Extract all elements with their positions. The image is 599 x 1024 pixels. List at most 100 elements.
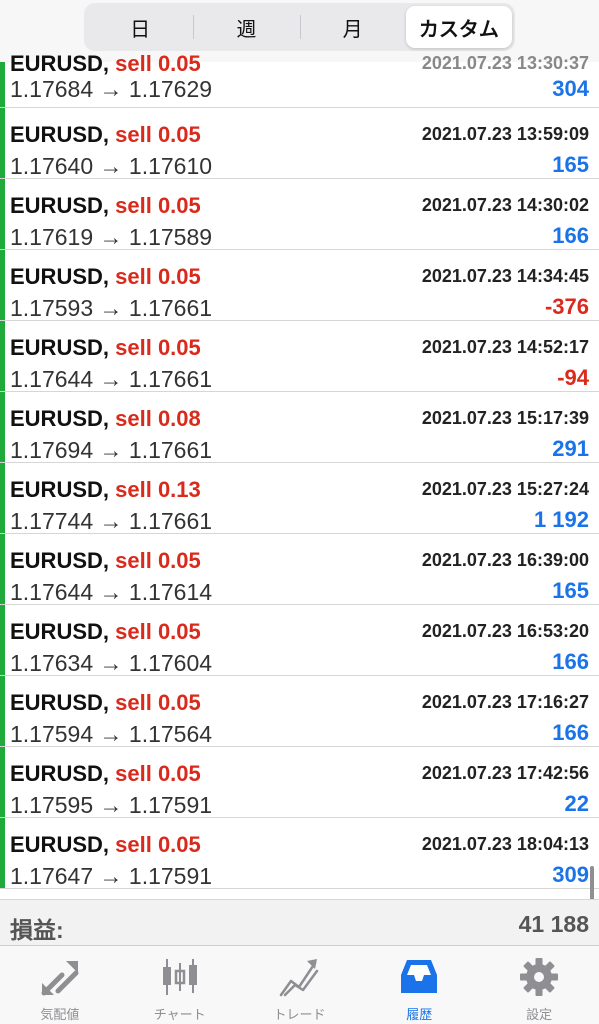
arrow-icon: → <box>99 792 123 818</box>
tab-day[interactable]: 日 <box>87 6 193 48</box>
symbol-text: EURUSD, <box>10 335 110 360</box>
trade-prices: 1.17594 → 1.17564 <box>10 721 212 748</box>
arrow-icon: → <box>99 508 123 534</box>
close-price: 1.17589 <box>128 224 213 250</box>
trade-row[interactable]: EURUSD, sell 0.05 2021.07.23 13:59:09 1.17… <box>0 108 599 179</box>
tab-chart[interactable]: チャート <box>120 946 240 1024</box>
close-price: 1.17614 <box>128 579 213 605</box>
close-price: 1.17661 <box>128 437 213 463</box>
trade-side: sell 0.05 <box>115 122 201 147</box>
bottom-tab-bar: 気配値 チャート トレード 履歴 設定 <box>0 945 599 1024</box>
trade-symbol: EURUSD, sell 0.05 <box>10 832 201 858</box>
trade-profit: 1 192 <box>533 507 589 532</box>
history-icon <box>401 960 438 993</box>
tab-history[interactable]: 履歴 <box>359 946 479 1024</box>
trade-row[interactable]: EURUSD, sell 0.05 2021.07.23 18:04:13 1.17… <box>0 818 599 889</box>
position-indicator <box>0 818 5 888</box>
trade-row[interactable]: EURUSD, sell 0.05 2021.07.23 16:53:20 1.17… <box>0 605 599 676</box>
trade-profit: 304 <box>552 76 589 101</box>
trade-profit: -376 <box>544 294 589 319</box>
position-indicator <box>0 747 5 817</box>
close-price: 1.17564 <box>128 721 213 747</box>
tab-month[interactable]: 月 <box>299 6 406 48</box>
trade-time: 2021.07.23 13:59:09 <box>421 124 589 144</box>
trade-profit: 22 <box>564 791 589 816</box>
close-price: 1.17604 <box>128 650 213 676</box>
tab-quotes-label: 気配値 <box>40 1007 80 1022</box>
summary-label: 損益: <box>10 917 64 943</box>
trade-symbol: EURUSD, sell 0.05 <box>10 122 201 148</box>
trade-time: 2021.07.23 18:04:13 <box>421 834 589 854</box>
close-price: 1.17591 <box>128 792 213 818</box>
trade-row[interactable]: EURUSD, sell 0.05 2021.07.23 16:39:00 1.17… <box>0 534 599 605</box>
position-indicator <box>0 392 5 462</box>
trade-prices: 1.17593 → 1.17661 <box>10 295 212 322</box>
trade-icon <box>280 959 319 997</box>
open-price: 1.17647 <box>10 863 94 889</box>
open-price: 1.17684 <box>10 76 94 102</box>
tab-settings[interactable]: 設定 <box>479 946 599 1024</box>
quotes-icon <box>41 961 79 996</box>
trade-symbol: EURUSD, sell 0.05 <box>10 690 201 716</box>
chart-icon <box>162 959 197 995</box>
trade-row[interactable]: EURUSD, sell 0.05 2021.07.23 14:52:17 1.17… <box>0 321 599 392</box>
position-indicator <box>0 676 5 746</box>
tab-chart-label: チャート <box>153 1007 206 1022</box>
arrow-icon: → <box>99 579 123 605</box>
trade-prices: 1.17694 → 1.17661 <box>10 437 212 464</box>
position-indicator <box>0 179 5 249</box>
arrow-icon: → <box>99 76 123 102</box>
symbol-text: EURUSD, <box>10 51 110 76</box>
trade-row[interactable]: EURUSD, sell 0.08 2021.07.23 15:17:39 1.17… <box>0 392 599 463</box>
trade-symbol: EURUSD, sell 0.05 <box>10 264 201 290</box>
trade-row[interactable]: EURUSD, sell 0.05 2021.07.23 14:34:45 1.17… <box>0 250 599 321</box>
tab-settings-label: 設定 <box>526 1007 553 1022</box>
trade-side: sell 0.13 <box>115 477 201 502</box>
tab-week[interactable]: 週 <box>193 6 299 48</box>
symbol-text: EURUSD, <box>10 619 110 644</box>
position-indicator <box>0 534 5 604</box>
trade-symbol: EURUSD, sell 0.05 <box>10 51 201 77</box>
symbol-text: EURUSD, <box>10 690 110 715</box>
arrow-icon: → <box>99 153 123 179</box>
trade-profit: 165 <box>552 578 589 603</box>
close-price: 1.17610 <box>128 153 213 179</box>
trade-row[interactable]: EURUSD, sell 0.05 2021.07.23 17:16:27 1.17… <box>0 676 599 747</box>
trade-profit: 291 <box>552 436 589 461</box>
trade-symbol: EURUSD, sell 0.05 <box>10 761 201 787</box>
trade-history-list[interactable]: EURUSD, sell 0.05 2021.07.23 13:30:37 1.17… <box>0 51 599 889</box>
trade-prices: 1.17644 → 1.17661 <box>10 366 212 393</box>
trade-prices: 1.17595 → 1.17591 <box>10 792 212 819</box>
tab-trade[interactable]: トレード <box>240 946 360 1024</box>
arrow-icon: → <box>99 437 123 463</box>
trade-time: 2021.07.23 14:30:02 <box>421 195 589 215</box>
trade-prices: 1.17640 → 1.17610 <box>10 153 212 180</box>
tab-quotes[interactable]: 気配値 <box>0 946 120 1024</box>
trade-profit: 309 <box>552 862 589 887</box>
arrow-icon: → <box>99 863 123 889</box>
trade-row[interactable]: EURUSD, sell 0.05 2021.07.23 17:42:56 1.17… <box>0 747 599 818</box>
arrow-icon: → <box>99 721 123 747</box>
tab-custom[interactable]: カスタム <box>405 6 512 48</box>
position-indicator <box>0 605 5 675</box>
trade-side: sell 0.05 <box>115 335 201 360</box>
trade-row[interactable]: EURUSD, sell 0.05 2021.07.23 14:30:02 1.17… <box>0 179 599 250</box>
open-price: 1.17594 <box>10 721 94 747</box>
trade-row[interactable]: EURUSD, sell 0.13 2021.07.23 15:27:24 1.17… <box>0 463 599 534</box>
profit-summary: 損益: 41 188 <box>0 899 599 945</box>
open-price: 1.17640 <box>10 153 94 179</box>
symbol-text: EURUSD, <box>10 406 110 431</box>
position-indicator <box>0 108 5 178</box>
close-price: 1.17661 <box>128 295 213 321</box>
arrow-icon: → <box>99 295 123 321</box>
trade-prices: 1.17684 → 1.17629 <box>10 76 212 103</box>
trade-time: 2021.07.23 14:34:45 <box>421 266 589 286</box>
position-indicator <box>0 321 5 391</box>
trade-prices: 1.17744 → 1.17661 <box>10 508 212 535</box>
trade-side: sell 0.05 <box>115 264 201 289</box>
trade-time: 2021.07.23 15:27:24 <box>421 479 589 499</box>
open-price: 1.17619 <box>10 224 94 250</box>
trade-row[interactable]: EURUSD, sell 0.05 2021.07.23 13:30:37 1.17… <box>0 51 599 108</box>
trade-time: 2021.07.23 16:53:20 <box>421 621 589 641</box>
trade-time: 2021.07.23 17:42:56 <box>421 763 589 783</box>
